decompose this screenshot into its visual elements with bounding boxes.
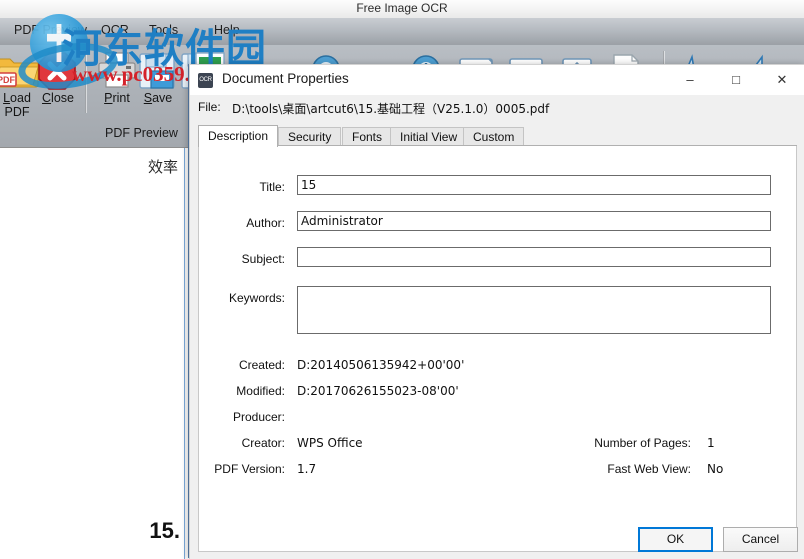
modified-value: D:20170626155023-08'00' — [297, 384, 459, 398]
fast-web-view-label: Fast Web View: — [607, 462, 691, 476]
floppy-save-icon — [139, 53, 175, 89]
tab-security[interactable]: Security — [278, 127, 342, 147]
menu-item-help[interactable]: Help — [214, 23, 240, 37]
file-path-value: D:\tools\桌面\artcut6\15.基础工程（V25.1.0）0005… — [232, 102, 550, 116]
document-properties-dialog: OCR Document Properties – □ ✕ File: D:\t… — [189, 64, 804, 559]
ribbon-label-close: Close — [42, 91, 74, 105]
printer-icon — [98, 52, 136, 88]
dialog-titlebar[interactable]: OCR Document Properties – □ ✕ — [190, 65, 804, 95]
file-label: File: — [198, 100, 221, 114]
pdf-version-label: PDF Version: — [214, 462, 285, 476]
tab-initial-view[interactable]: Initial View — [390, 127, 468, 147]
keywords-textarea[interactable] — [297, 286, 771, 334]
description-tab-panel: Title: Author: Subject: Keywords: Create… — [198, 146, 797, 552]
dialog-title: Document Properties — [222, 71, 349, 86]
fast-web-view-value: No — [707, 462, 724, 476]
maximize-icon[interactable]: □ — [713, 65, 759, 95]
ocr-app-icon: OCR — [198, 73, 213, 88]
stop-close-icon — [38, 52, 76, 90]
subject-label: Subject: — [241, 252, 285, 266]
tab-fonts[interactable]: Fonts — [342, 127, 393, 147]
title-input[interactable] — [297, 175, 771, 195]
subject-input[interactable] — [297, 247, 771, 267]
modified-label: Modified: — [236, 384, 285, 398]
ribbon-group-label: PDF Preview — [105, 126, 178, 140]
creator-label: Creator: — [241, 436, 285, 450]
folder-pdf-icon: PDF — [0, 58, 39, 88]
title-label: Title: — [259, 180, 285, 194]
svg-text:PDF: PDF — [0, 75, 16, 85]
dialog-tabstrip: Description Security Fonts Initial View … — [198, 125, 797, 147]
menu-item-tools[interactable]: Tools — [149, 23, 178, 37]
tab-custom[interactable]: Custom — [463, 127, 525, 147]
pdf-version-value: 1.7 — [297, 462, 317, 476]
creator-value: WPS Office — [297, 436, 363, 450]
menu-item-ocr[interactable]: OCR — [101, 23, 129, 37]
app-menubar: PDF Preview OCR Tools Help — [0, 18, 804, 45]
dialog-file-row: File: D:\tools\桌面\artcut6\15.基础工程（V25.1.… — [190, 95, 804, 123]
cancel-button[interactable]: Cancel — [723, 527, 798, 552]
author-label: Author: — [246, 216, 285, 230]
created-value: D:20140506135942+00'00' — [297, 358, 465, 372]
number-of-pages-value: 1 — [707, 436, 715, 450]
created-label: Created: — [238, 358, 285, 372]
tab-description[interactable]: Description — [198, 125, 279, 147]
app-title: Free Image OCR — [356, 1, 448, 15]
pdf-page-text-bottom: 15. — [149, 518, 180, 543]
ok-button[interactable]: OK — [638, 527, 713, 552]
menu-item-pdf-preview[interactable]: PDF Preview — [14, 23, 87, 37]
app-titlebar: Free Image OCR — [0, 0, 804, 18]
producer-label: Producer: — [232, 410, 285, 424]
pdf-page-text-top: 效率 — [147, 158, 178, 176]
keywords-label: Keywords: — [228, 291, 285, 305]
author-input[interactable] — [297, 211, 771, 231]
minimize-icon[interactable]: – — [667, 65, 713, 95]
number-of-pages-label: Number of Pages: — [594, 436, 691, 450]
close-icon[interactable]: ✕ — [759, 65, 804, 95]
ribbon-separator-1 — [85, 51, 87, 113]
pdf-page: 效率 15. — [0, 148, 185, 559]
